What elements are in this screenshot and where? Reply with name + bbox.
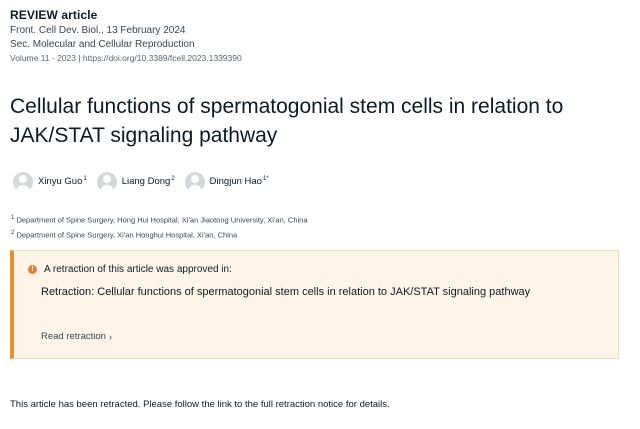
affiliation-item: 2 Department of Spine Surgery, Xi'an Hon… [11,229,238,240]
warning-icon: ! [28,265,37,274]
journal-section[interactable]: Sec. Molecular and Cellular Reproduction [10,39,242,50]
chevron-right-icon: › [108,331,112,342]
retraction-link[interactable]: Retraction: Cellular functions of sperma… [41,284,601,301]
article-meta: REVIEW article Front. Cell Dev. Biol., 1… [10,8,242,63]
notice-heading: ! A retraction of this article was appro… [28,264,232,275]
article-title: Cellular functions of spermatogonial ste… [10,95,564,147]
avatar-icon [184,172,205,192]
author-item[interactable]: Dingjun Hao1* [184,172,269,192]
affiliation-list: 1 Department of Spine Surgery, Hong Hui … [10,212,308,241]
author-name: Liang Dong2 [121,176,175,188]
author-item[interactable]: Xinyu Guo1 [13,172,87,192]
author-name: Dingjun Hao1* [209,176,269,188]
volume-doi[interactable]: Volume 11 - 2023 | https://doi.org/10.33… [10,53,242,63]
affiliation-item: 1 Department of Spine Surgery, Hong Hui … [11,215,308,225]
read-retraction-link[interactable]: Read retraction › [41,331,112,342]
author-list: Xinyu Guo1 Liang Dong2 Dingjun Hao1* [13,172,279,192]
article-type: REVIEW article [10,8,98,22]
retracted-message: This article has been retracted. Please … [10,399,390,410]
journal-date: Front. Cell Dev. Biol., 13 February 2024 [10,25,186,36]
avatar-icon [13,172,33,192]
avatar-icon [96,172,117,192]
author-name: Xinyu Guo1 [38,176,87,188]
author-item[interactable]: Liang Dong2 [96,172,175,192]
retraction-notice: ! A retraction of this article was appro… [10,250,619,359]
